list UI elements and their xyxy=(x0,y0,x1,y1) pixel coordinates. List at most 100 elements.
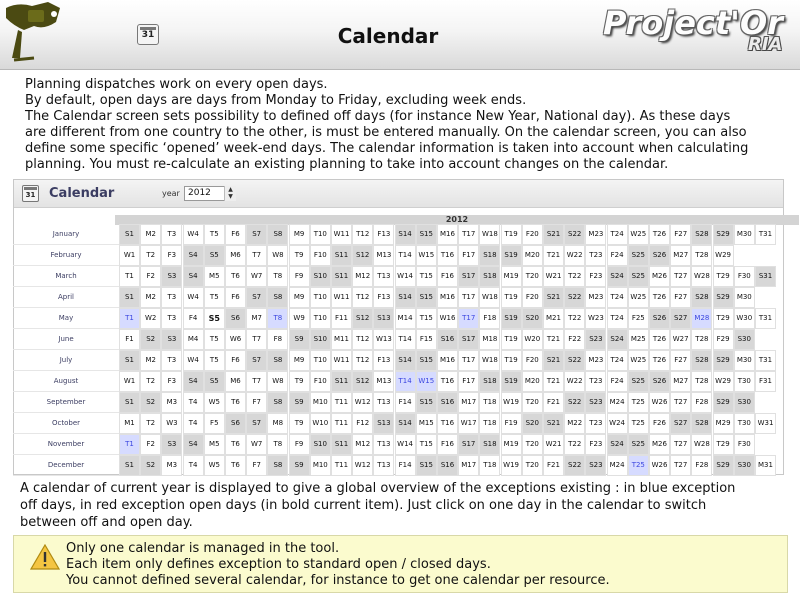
calendar-day-cell[interactable]: F7 xyxy=(246,392,268,413)
calendar-day-cell[interactable]: M24 xyxy=(606,392,628,413)
calendar-day-cell[interactable]: S16 xyxy=(437,329,458,350)
calendar-day-cell[interactable]: T17 xyxy=(458,308,480,329)
calendar-day-cell[interactable]: M23 xyxy=(585,224,607,245)
calendar-day-cell[interactable]: T8 xyxy=(267,434,289,455)
calendar-day-cell[interactable]: S11 xyxy=(331,266,352,287)
calendar-day-cell[interactable]: T23 xyxy=(585,245,607,266)
calendar-day-cell[interactable]: S6 xyxy=(225,308,246,329)
calendar-day-cell[interactable]: S25 xyxy=(627,266,649,287)
calendar-day-cell[interactable]: M10 xyxy=(309,392,331,413)
calendar-day-cell[interactable]: M20 xyxy=(521,245,543,266)
calendar-day-cell[interactable]: S1 xyxy=(119,287,140,308)
calendar-day-cell[interactable]: F24 xyxy=(606,245,628,266)
calendar-day-cell[interactable]: F10 xyxy=(309,371,331,392)
calendar-day-cell[interactable]: W19 xyxy=(500,392,522,413)
calendar-day-cell[interactable]: F12 xyxy=(352,413,374,434)
calendar-day-cell[interactable]: F15 xyxy=(415,329,437,350)
calendar-day-cell[interactable]: F27 xyxy=(670,224,692,245)
calendar-day-cell[interactable]: S6 xyxy=(225,413,246,434)
calendar-day-cell[interactable]: F3 xyxy=(161,245,183,266)
calendar-day-cell[interactable]: F19 xyxy=(500,413,522,434)
calendar-day-cell[interactable]: T5 xyxy=(203,287,225,308)
calendar-day-cell[interactable]: W29 xyxy=(712,371,734,392)
calendar-day-cell[interactable]: S2 xyxy=(140,392,162,413)
calendar-day-cell[interactable]: T14 xyxy=(394,245,416,266)
calendar-day-cell[interactable]: M21 xyxy=(543,308,564,329)
calendar-day-cell[interactable]: S4 xyxy=(182,434,204,455)
calendar-day-cell[interactable]: T7 xyxy=(246,329,268,350)
calendar-day-cell[interactable]: S27 xyxy=(670,413,692,434)
calendar-day-cell[interactable]: S10 xyxy=(309,329,331,350)
calendar-day-cell[interactable]: M16 xyxy=(437,350,458,371)
calendar-day-cell[interactable]: S10 xyxy=(309,434,331,455)
calendar-day-cell[interactable]: T14 xyxy=(394,329,416,350)
calendar-day-cell[interactable]: W14 xyxy=(394,266,416,287)
calendar-day-cell[interactable]: S19 xyxy=(500,245,522,266)
calendar-day-cell[interactable]: S27 xyxy=(670,308,692,329)
calendar-day-cell[interactable]: F7 xyxy=(246,455,268,476)
calendar-day-cell[interactable]: T15 xyxy=(415,308,437,329)
calendar-day-cell[interactable]: T15 xyxy=(415,434,437,455)
calendar-day-cell[interactable]: T22 xyxy=(564,308,586,329)
calendar-day-cell[interactable]: T27 xyxy=(670,455,692,476)
calendar-day-cell[interactable]: M17 xyxy=(458,392,480,413)
calendar-day-cell[interactable]: T20 xyxy=(521,434,543,455)
calendar-day-cell[interactable]: T13 xyxy=(373,266,395,287)
calendar-day-cell[interactable]: S16 xyxy=(437,455,458,476)
calendar-day-cell[interactable]: T3 xyxy=(161,287,183,308)
calendar-day-cell[interactable]: T6 xyxy=(225,434,246,455)
calendar-day-cell[interactable]: T19 xyxy=(500,329,522,350)
calendar-day-cell[interactable]: S16 xyxy=(437,392,458,413)
calendar-day-cell[interactable]: M31 xyxy=(755,455,776,476)
calendar-day-cell[interactable]: T17 xyxy=(458,287,480,308)
calendar-day-cell[interactable]: T10 xyxy=(309,308,331,329)
calendar-day-cell[interactable]: M27 xyxy=(670,371,692,392)
calendar-day-cell[interactable]: T4 xyxy=(182,392,204,413)
calendar-day-cell[interactable]: W22 xyxy=(564,245,586,266)
calendar-day-cell[interactable]: S28 xyxy=(691,350,713,371)
calendar-day-cell[interactable]: S29 xyxy=(712,224,734,245)
calendar-day-cell[interactable]: S15 xyxy=(415,287,437,308)
calendar-day-cell[interactable]: T10 xyxy=(309,287,331,308)
calendar-day-cell[interactable]: M29 xyxy=(712,413,734,434)
calendar-day-cell[interactable]: W4 xyxy=(182,350,204,371)
calendar-day-cell[interactable]: W29 xyxy=(712,245,734,266)
calendar-day-cell[interactable]: S20 xyxy=(521,413,543,434)
calendar-day-cell[interactable]: M2 xyxy=(140,224,162,245)
calendar-day-cell[interactable]: M30 xyxy=(733,350,755,371)
calendar-day-cell[interactable]: F24 xyxy=(606,371,628,392)
calendar-day-cell[interactable]: S26 xyxy=(649,308,670,329)
calendar-day-cell[interactable]: T9 xyxy=(288,413,310,434)
calendar-day-cell[interactable]: T8 xyxy=(267,266,289,287)
calendar-day-cell[interactable]: S8 xyxy=(267,350,289,371)
calendar-day-cell[interactable]: T29 xyxy=(712,308,734,329)
calendar-day-cell[interactable]: M16 xyxy=(437,224,458,245)
calendar-day-cell[interactable]: M15 xyxy=(415,413,437,434)
calendar-day-cell[interactable]: T20 xyxy=(521,392,543,413)
calendar-day-cell[interactable]: T8 xyxy=(267,308,289,329)
calendar-day-cell[interactable]: F30 xyxy=(733,266,755,287)
calendar-day-cell[interactable]: W7 xyxy=(246,266,268,287)
calendar-day-cell[interactable]: T17 xyxy=(458,224,480,245)
calendar-day-cell[interactable]: M30 xyxy=(733,287,755,308)
calendar-day-cell[interactable]: S14 xyxy=(394,224,416,245)
calendar-day-cell[interactable]: F16 xyxy=(437,434,458,455)
calendar-day-cell[interactable]: M18 xyxy=(479,329,501,350)
calendar-day-cell[interactable]: W21 xyxy=(543,266,564,287)
calendar-day-cell[interactable]: M10 xyxy=(309,455,331,476)
calendar-day-cell[interactable]: S25 xyxy=(627,371,649,392)
calendar-day-cell[interactable]: F21 xyxy=(543,392,564,413)
calendar-day-cell[interactable]: F11 xyxy=(331,308,352,329)
calendar-day-cell[interactable]: S5 xyxy=(203,308,225,329)
calendar-day-cell[interactable]: F13 xyxy=(373,287,395,308)
calendar-day-cell[interactable]: F31 xyxy=(755,371,776,392)
calendar-day-cell[interactable]: T24 xyxy=(606,224,628,245)
calendar-day-cell[interactable]: F26 xyxy=(649,413,670,434)
calendar-day-cell[interactable]: T12 xyxy=(352,329,374,350)
calendar-day-cell[interactable]: T11 xyxy=(331,392,352,413)
calendar-day-cell[interactable]: W8 xyxy=(267,245,289,266)
calendar-day-cell[interactable]: S17 xyxy=(458,266,480,287)
calendar-day-cell[interactable]: W6 xyxy=(225,329,246,350)
calendar-day-cell[interactable]: S18 xyxy=(479,266,501,287)
calendar-day-cell[interactable]: S25 xyxy=(627,434,649,455)
